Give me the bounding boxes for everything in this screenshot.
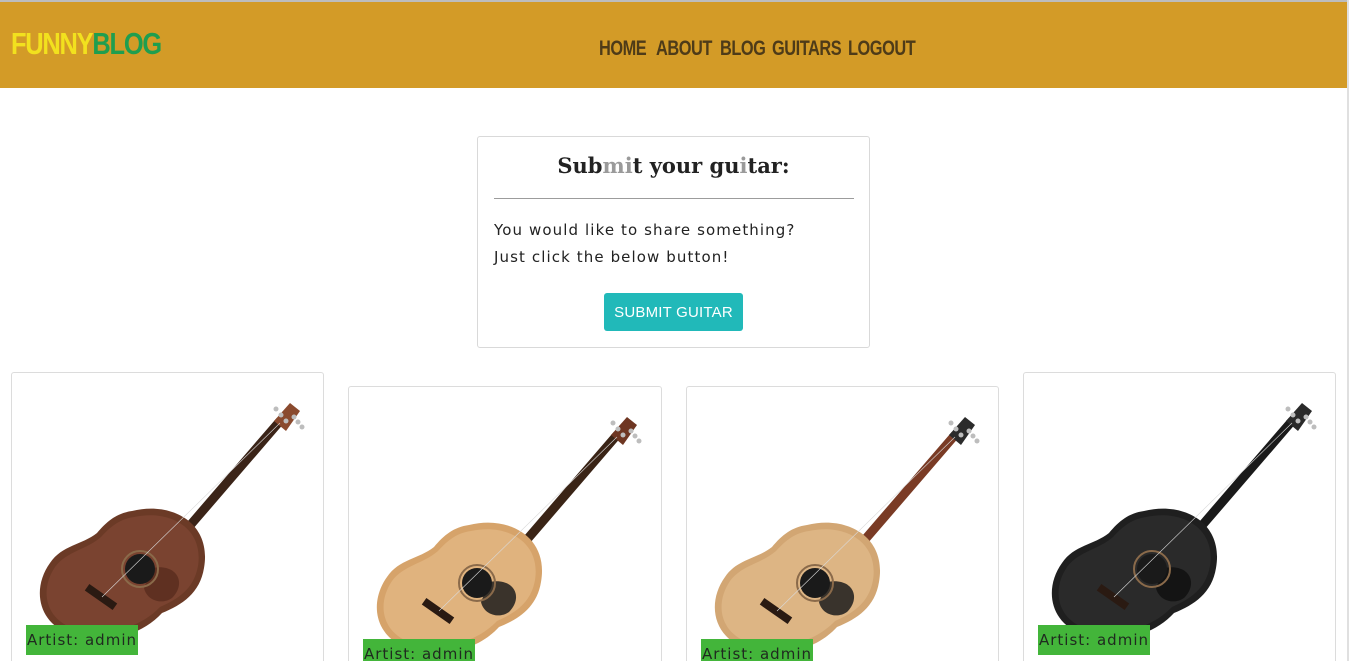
tuning-peg [636,438,642,444]
divider [494,198,854,199]
tuning-peg [958,432,964,438]
tuning-peg [615,426,621,432]
nav-home[interactable]: HOME [599,35,647,63]
guitar-drawing [714,417,980,653]
guitar-card[interactable]: Artist: admin [686,386,999,661]
tuning-peg [620,432,626,438]
site-header: FUNNYBLOG HOME ABOUT BLOG GUITARS LOGOUT [0,2,1347,88]
nav-logout[interactable]: LOGOUT [848,35,916,63]
guitar-drawing [39,403,305,639]
artist-label: Artist: admin [1038,625,1150,655]
guitar-drawing [376,417,642,653]
sound-hole [800,568,830,598]
main-nav: HOME ABOUT BLOG GUITARS LOGOUT [599,35,918,63]
guitar-image [1051,403,1317,639]
tuning-peg [291,414,297,420]
tuning-peg [1290,412,1296,418]
tuning-peg [970,433,976,439]
nav-guitars[interactable]: GUITARS [772,35,842,63]
sound-hole [125,554,155,584]
artist-label: Artist: admin [26,625,138,655]
artist-label: Artist: admin [701,639,813,661]
tuning-peg [632,433,638,439]
tuning-peg [295,419,301,425]
guitar-card[interactable]: Artist: admin [1023,372,1336,661]
submit-card: Submit your guitar: You would like to sh… [477,136,870,348]
artist-label: Artist: admin [363,639,475,661]
tuning-peg [273,406,279,412]
tuning-peg [283,418,289,424]
submit-line-2: Just click the below button! [494,248,730,266]
tuning-peg [1303,414,1309,420]
tuning-peg [628,428,634,434]
submit-guitar-button[interactable]: SUBMIT GUITAR [604,293,743,331]
tuning-peg [299,424,305,430]
tuning-peg [974,438,980,444]
nav-blog[interactable]: BLOG [720,35,766,63]
sound-hole [462,568,492,598]
site-logo[interactable]: FUNNYBLOG [11,26,162,62]
guitar-drawing [1051,403,1317,639]
guitar-card[interactable]: Artist: admin [348,386,662,661]
logo-blog: BLOG [92,26,162,61]
tuning-peg [966,428,972,434]
tuning-peg [948,420,954,426]
tuning-peg [1307,419,1313,425]
submit-title: Submit your guitar: [557,153,790,178]
submit-description: You would like to share something? Just … [494,217,854,271]
guitar-image [714,417,980,653]
tuning-peg [278,412,284,418]
tuning-peg [610,420,616,426]
submit-line-1: You would like to share something? [494,221,796,239]
sound-hole [1137,554,1167,584]
nav-about[interactable]: ABOUT [656,35,712,63]
guitar-image [39,403,305,639]
tuning-peg [1295,418,1301,424]
tuning-peg [1285,406,1291,412]
tuning-peg [1311,424,1317,430]
tuning-peg [953,426,959,432]
guitar-image [376,417,642,653]
logo-funny: FUNNY [11,26,94,61]
guitar-card[interactable]: Artist: admin [11,372,324,661]
